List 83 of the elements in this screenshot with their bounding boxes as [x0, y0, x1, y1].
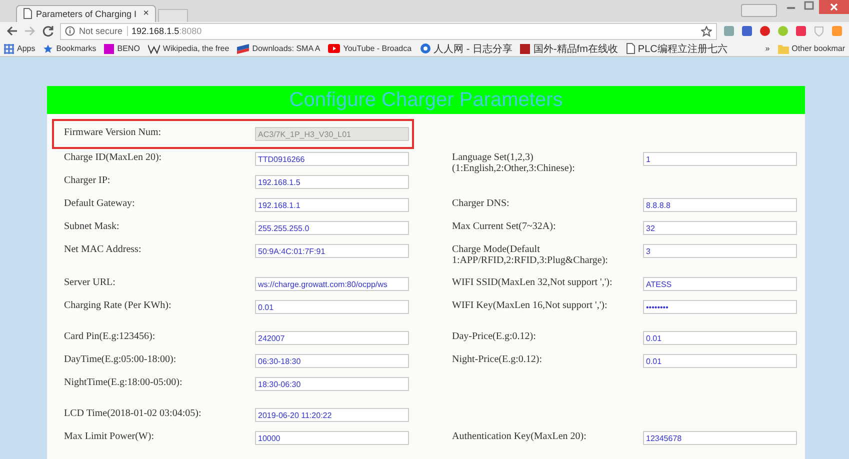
- field-label: Charge Mode(Default 1:APP/RFID,2:RFID,3:Plug&Charge):: [452, 244, 609, 266]
- star-icon: [43, 44, 54, 54]
- input-field[interactable]: 10000: [255, 431, 409, 445]
- more-bookmarks-button[interactable]: »: [765, 44, 770, 54]
- field-label: Subnet Mask:: [64, 221, 120, 232]
- extension-icon[interactable]: [831, 25, 843, 38]
- bookmark-item[interactable]: Downloads: SMA A: [237, 44, 320, 54]
- field-label: Language Set(1,2,3) (1:English,2:Other,3:Chinese):: [452, 152, 576, 174]
- input-field[interactable]: 18:30-06:30: [255, 377, 409, 391]
- input-field[interactable]: 192.168.1.1: [255, 198, 409, 212]
- page-title: Configure Charger Parameters: [47, 86, 805, 114]
- input-field[interactable]: 192.168.1.5: [255, 175, 409, 189]
- star-icon[interactable]: [701, 26, 712, 37]
- folder-icon: [778, 44, 789, 54]
- input-field[interactable]: 255.255.255.0: [255, 221, 409, 235]
- field-label: Max Current Set(7~32A):: [452, 221, 557, 232]
- back-icon[interactable]: [6, 25, 18, 38]
- field-label: Charge ID(MaxLen 20):: [64, 152, 163, 163]
- extension-icon[interactable]: [795, 25, 807, 38]
- input-field[interactable]: 1: [643, 152, 797, 166]
- bookmark-item[interactable]: 人人网 - 日志分享: [420, 42, 512, 56]
- field-label: Server URL:: [64, 277, 116, 288]
- input-field[interactable]: 0.01: [255, 300, 409, 314]
- other-bookmarks-item[interactable]: Other bookmar: [778, 44, 845, 54]
- field-label: WIFI Key(MaxLen 16,Not support ','):: [452, 300, 608, 311]
- flag-icon: [237, 44, 250, 54]
- input-field[interactable]: 32: [643, 221, 797, 235]
- field-label: Firmware Version Num:: [64, 127, 162, 138]
- play-icon: [328, 44, 340, 54]
- field-label: Authentication Key(MaxLen 20):: [452, 431, 588, 442]
- input-field[interactable]: 0.01: [643, 354, 797, 368]
- field-label: Max Limit Power(W):: [64, 431, 155, 442]
- info-icon: [65, 26, 75, 36]
- bookmark-item[interactable]: Wikipedia, the free: [148, 44, 230, 54]
- field-label: Charging Rate (Per KWh):: [64, 300, 172, 311]
- field-label: DayTime(E.g:05:00-18:00):: [64, 354, 178, 365]
- forward-icon[interactable]: [24, 25, 36, 38]
- close-tab-button[interactable]: ×: [143, 8, 149, 20]
- bookmark-item[interactable]: Apps: [4, 44, 36, 54]
- input-field[interactable]: 06:30-18:30: [255, 354, 409, 368]
- field-label: NightTime(E.g:18:00-05:00):: [64, 377, 184, 388]
- apps-grid-icon: [4, 44, 14, 54]
- extension-icon[interactable]: [741, 25, 753, 38]
- input-field[interactable]: 50:9A:4C:01:7F:91: [255, 244, 409, 258]
- tab-title: Parameters of Charging I: [36, 8, 138, 19]
- input-field[interactable]: ws://charge.growatt.com:80/ocpp/ws: [255, 277, 409, 291]
- field-label: WIFI SSID(MaxLen 32,Not support ','):: [452, 277, 614, 288]
- bookmark-item[interactable]: Bookmarks: [43, 44, 96, 54]
- input-field[interactable]: 242007: [255, 331, 409, 345]
- security-label: Not secure: [79, 26, 123, 36]
- field-label: LCD Time(2018-01-02 03:04:05):: [64, 408, 202, 419]
- field-label: Night-Price(E.g:0.12):: [452, 354, 543, 365]
- page-icon: [23, 8, 32, 20]
- field-label: Default Gateway:: [64, 198, 136, 209]
- bookmark-item[interactable]: PLC编程立注册七六: [626, 42, 728, 56]
- profile-button[interactable]: [741, 4, 777, 18]
- address-bar[interactable]: Not secure 192.168.1.5:8080: [60, 22, 717, 40]
- browser-tab[interactable]: Parameters of Charging I ×: [16, 4, 156, 22]
- field-label: Charger IP:: [64, 175, 112, 186]
- extension-icon[interactable]: [759, 25, 771, 38]
- input-field[interactable]: 0.01: [643, 331, 797, 345]
- field-label: Day-Price(E.g:0.12):: [452, 331, 537, 342]
- extension-icon[interactable]: [723, 25, 735, 38]
- wikipedia-w-icon: [148, 44, 160, 54]
- input-field[interactable]: 2019-06-20 11:20:22: [255, 408, 409, 422]
- input-field[interactable]: 12345678: [643, 431, 797, 445]
- reload-icon[interactable]: [42, 25, 54, 38]
- bookmark-item[interactable]: 国外-精品fm在线收: [520, 42, 618, 56]
- bookmark-item[interactable]: YouTube - Broadca: [328, 44, 412, 54]
- input-field[interactable]: 3: [643, 244, 797, 258]
- shield-icon[interactable]: [813, 25, 825, 38]
- url-text: 192.168.1.5:8080: [132, 26, 202, 36]
- input-field[interactable]: ATESS: [643, 277, 797, 291]
- field-label: Net MAC Address:: [64, 244, 142, 255]
- field-label: Card Pin(E.g:123456):: [64, 331, 156, 342]
- bookmark-item[interactable]: BENO: [104, 44, 140, 54]
- input-field[interactable]: 8.8.8.8: [643, 198, 797, 212]
- input-field[interactable]: TTD0916266: [255, 152, 409, 166]
- page-icon: [626, 43, 635, 54]
- globe-icon: [420, 43, 431, 54]
- input-field[interactable]: ••••••••: [643, 300, 797, 314]
- field-label: Charger DNS:: [452, 198, 510, 209]
- close-icon[interactable]: [819, 0, 849, 14]
